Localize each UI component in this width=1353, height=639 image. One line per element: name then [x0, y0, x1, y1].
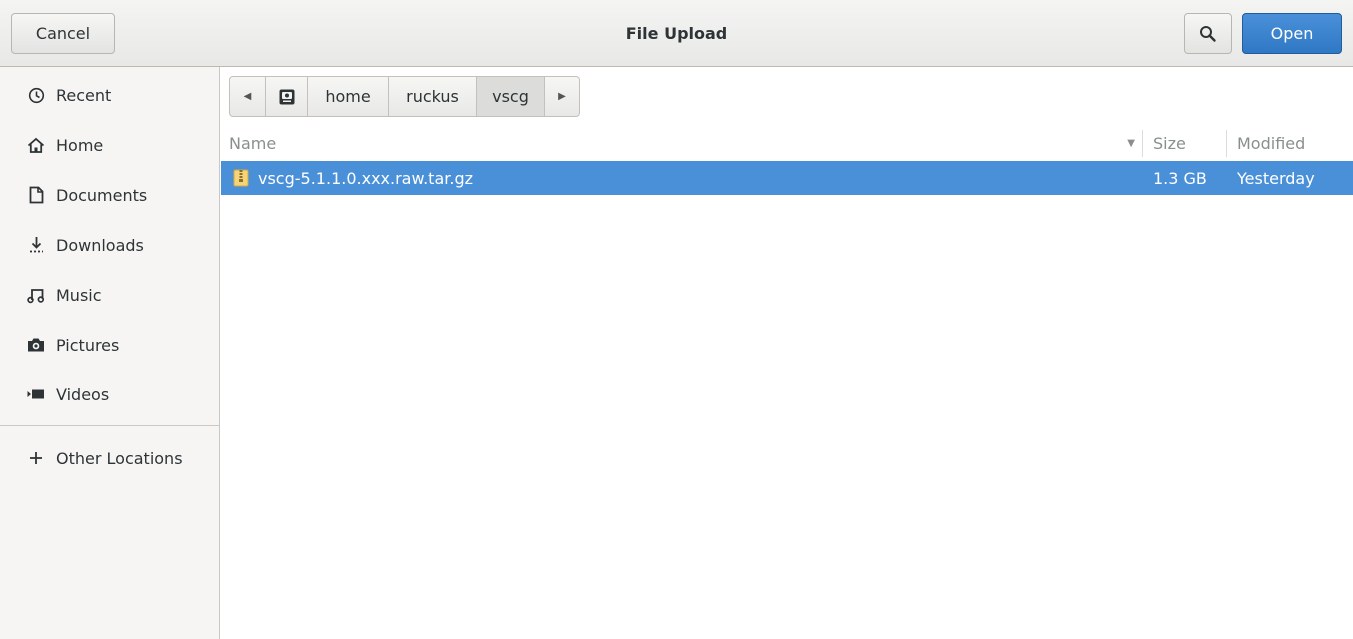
- chevron-right-icon: ▶: [558, 91, 566, 102]
- column-header-label: Size: [1153, 134, 1186, 153]
- sidebar-item-music[interactable]: Music: [0, 273, 219, 317]
- sort-descending-icon: ▼: [1127, 138, 1135, 149]
- sidebar-item-pictures[interactable]: Pictures: [0, 323, 219, 367]
- sidebar-item-label: Music: [56, 285, 102, 305]
- sidebar-item-documents[interactable]: Documents: [0, 173, 219, 217]
- breadcrumb: ◀ home ruckus vscg ▶: [229, 76, 580, 117]
- archive-file-icon: [233, 161, 249, 195]
- document-icon: [25, 186, 47, 204]
- column-header-modified[interactable]: Modified: [1237, 128, 1347, 159]
- sidebar-item-label: Home: [56, 135, 104, 155]
- sidebar-item-other-locations[interactable]: Other Locations: [0, 436, 219, 480]
- column-header-label: Modified: [1237, 134, 1306, 153]
- path-segment-ruckus[interactable]: ruckus: [389, 77, 477, 116]
- download-icon: [25, 236, 47, 254]
- sidebar-item-label: Pictures: [56, 335, 120, 355]
- path-scroll-right-button[interactable]: ▶: [545, 77, 579, 116]
- sidebar-item-label: Downloads: [56, 235, 144, 255]
- sidebar-item-downloads[interactable]: Downloads: [0, 223, 219, 267]
- plus-icon: [25, 451, 47, 465]
- column-header-label: Name: [229, 134, 277, 153]
- chevron-left-icon: ◀: [243, 91, 252, 102]
- column-header-size[interactable]: Size: [1153, 128, 1223, 159]
- path-segment-vscg[interactable]: vscg: [477, 77, 545, 116]
- dialog-title: File Upload: [625, 24, 728, 43]
- column-separator: [1226, 130, 1227, 157]
- sidebar-item-recent[interactable]: Recent: [0, 73, 219, 117]
- open-button[interactable]: Open: [1242, 13, 1342, 54]
- header-bar: File Upload Cancel Open: [0, 0, 1353, 67]
- camera-icon: [25, 337, 47, 353]
- video-icon: [25, 388, 47, 400]
- table-row[interactable]: vscg-5.1.1.0.xxx.raw.tar.gz 1.3 GB Yeste…: [221, 161, 1353, 195]
- sidebar-item-label: Recent: [56, 85, 112, 105]
- file-modified: Yesterday: [1237, 168, 1315, 188]
- file-size: 1.3 GB: [1153, 168, 1207, 188]
- search-icon: [1200, 25, 1216, 42]
- sidebar-divider: [0, 425, 219, 426]
- column-separator: [1142, 130, 1143, 157]
- home-icon: [25, 137, 47, 154]
- clock-icon: [25, 87, 47, 104]
- sidebar-item-home[interactable]: Home: [0, 123, 219, 167]
- path-segment-home[interactable]: home: [308, 77, 389, 116]
- column-header-name[interactable]: Name ▼: [229, 128, 1141, 159]
- sidebar-item-label: Videos: [56, 384, 110, 404]
- sidebar-item-videos[interactable]: Videos: [0, 372, 219, 416]
- harddisk-icon: [279, 89, 294, 104]
- path-root-button[interactable]: [266, 77, 308, 116]
- sidebar-item-label: Documents: [56, 185, 148, 205]
- cancel-button[interactable]: Cancel: [11, 13, 115, 54]
- path-scroll-left-button[interactable]: ◀: [230, 77, 266, 116]
- search-button[interactable]: [1184, 13, 1232, 54]
- places-sidebar: Recent Home Documents Downloads Music Pi…: [0, 67, 220, 639]
- file-name: vscg-5.1.1.0.xxx.raw.tar.gz: [258, 168, 473, 188]
- sidebar-item-label: Other Locations: [56, 448, 183, 468]
- music-icon: [25, 287, 47, 304]
